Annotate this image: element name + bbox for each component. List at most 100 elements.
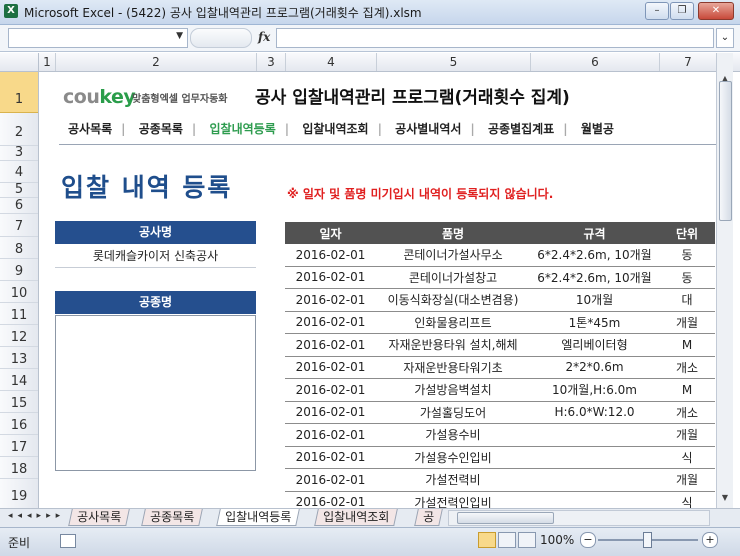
row-header[interactable]: 17 [0,435,38,457]
table-row[interactable]: 2016-02-01 자재운반용타워 설치,해체 엘리베이터형 M [285,333,715,357]
table-row[interactable]: 2016-02-01 가설홀딩도어 H:6.0*W:12.0 개소 [285,401,715,424]
table-row[interactable]: 2016-02-01 가설전력비 개월 [285,468,715,492]
cell-spec[interactable]: 10개월 [530,288,659,312]
cell-unit[interactable]: 동 [659,244,715,267]
trade-listbox[interactable] [55,315,256,471]
select-all-corner[interactable] [0,53,39,71]
column-header[interactable]: 1 [39,53,56,71]
row-header[interactable]: 1 [0,72,38,113]
table-row[interactable]: 2016-02-01 가설용수비 개월 [285,423,715,447]
nav-item-trade-summary[interactable]: 공종별집계표 [479,120,563,137]
table-row[interactable]: 2016-02-01 이동식화장실(대소변겸용) 10개월 대 [285,288,715,312]
cell-unit[interactable]: 대 [659,288,715,312]
cell-unit[interactable]: 동 [659,266,715,289]
cell-spec[interactable]: 2*2*0.6m [530,356,659,379]
row-header[interactable]: 3 [0,146,38,161]
vertical-scrollbar[interactable]: ▲ ▼ [716,53,733,508]
cell-date[interactable]: 2016-02-01 [285,378,376,402]
row-header[interactable]: 10 [0,281,38,303]
name-box[interactable]: ▼ [8,28,188,48]
row-header[interactable]: 19 [0,479,38,508]
column-header[interactable]: 3 [257,53,286,71]
table-row[interactable]: 2016-02-01 가설용수인입비 식 [285,446,715,469]
row-header[interactable]: 12 [0,325,38,347]
column-header[interactable]: 6 [531,53,660,71]
column-header[interactable]: 4 [286,53,377,71]
cell-spec[interactable] [530,446,659,469]
tab-more[interactable]: 공 [414,509,443,526]
cell-date[interactable]: 2016-02-01 [285,311,376,334]
cell-date[interactable]: 2016-02-01 [285,244,376,267]
cell-item[interactable]: 가설전력인입비 [376,491,530,508]
cell-spec[interactable] [530,491,659,508]
cell-item[interactable]: 자재운반용타워기초 [376,356,530,379]
nav-item-monthly[interactable]: 월별공 [572,120,623,137]
cell-item[interactable]: 콘테이너가설창고 [376,266,530,289]
cell-item[interactable]: 가설홀딩도어 [376,401,530,424]
cell-item[interactable]: 이동식화장실(대소변겸용) [376,288,530,312]
minimize-button[interactable]: – [645,2,669,20]
cell-date[interactable]: 2016-02-01 [285,423,376,447]
table-row[interactable]: 2016-02-01 콘테이너가설창고 6*2.4*2.6m, 10개월 동 [285,266,715,289]
row-header[interactable]: 14 [0,369,38,391]
cell-unit[interactable]: 개월 [659,423,715,447]
row-header[interactable]: 9 [0,259,38,281]
cell-spec[interactable]: 10개월,H:6.0m [530,378,659,402]
cell-unit[interactable]: M [659,333,715,357]
restore-button[interactable]: ❐ [670,2,694,20]
formula-input[interactable] [276,28,714,48]
function-icon[interactable]: fx [258,30,270,44]
horizontal-scrollbar[interactable] [448,510,710,526]
cell-spec[interactable] [530,423,659,447]
row-header[interactable]: 18 [0,457,38,479]
nav-item-projects[interactable]: 공사목록 [59,120,121,137]
table-row[interactable]: 2016-02-01 가설전력인입비 식 [285,491,715,508]
row-header[interactable]: 13 [0,347,38,369]
cell-item[interactable]: 가설전력비 [376,468,530,492]
cell-unit[interactable]: 식 [659,491,715,508]
expand-formula-icon[interactable]: ⌄ [716,28,734,48]
zoom-level[interactable]: 100% [540,533,574,547]
zoom-in-icon[interactable]: + [702,532,718,548]
cell-item[interactable]: 콘테이너가설사무소 [376,244,530,267]
table-row[interactable]: 2016-02-01 콘테이너가설사무소 6*2.4*2.6m, 10개월 동 [285,244,715,267]
cell-unit[interactable]: 개월 [659,311,715,334]
nav-item-trades[interactable]: 공종목록 [130,120,192,137]
cell-spec[interactable]: 1톤*45m [530,311,659,334]
scroll-thumb[interactable] [719,81,732,221]
row-header[interactable]: 4 [0,161,38,183]
cell-unit[interactable]: 개소 [659,401,715,424]
page-layout-icon[interactable] [498,532,516,548]
cell-date[interactable]: 2016-02-01 [285,446,376,469]
nav-item-project-statement[interactable]: 공사별내역서 [386,120,470,137]
cell-spec[interactable]: 엘리베이터형 [530,333,659,357]
row-header[interactable]: 2 [0,113,38,146]
zoom-slider-knob[interactable] [643,532,652,548]
table-row[interactable]: 2016-02-01 인화물용리프트 1톤*45m 개월 [285,311,715,334]
formula-buttons[interactable] [190,28,252,48]
table-row[interactable]: 2016-02-01 자재운반용타워기초 2*2*0.6m 개소 [285,356,715,379]
cell-spec[interactable]: 6*2.4*2.6m, 10개월 [530,244,659,267]
scroll-down-icon[interactable]: ▼ [717,490,733,506]
cell-unit[interactable]: M [659,378,715,402]
tab-trades[interactable]: 공종목록 [141,509,203,526]
cell-item[interactable]: 자재운반용타워 설치,해체 [376,333,530,357]
row-header[interactable]: 15 [0,391,38,413]
nav-item-bid-search[interactable]: 입찰내역조회 [293,120,377,137]
cell-item[interactable]: 가설용수인입비 [376,446,530,469]
cell-date[interactable]: 2016-02-01 [285,491,376,508]
cell-spec[interactable] [530,468,659,492]
table-row[interactable]: 2016-02-01 가설방음벽설치 10개월,H:6.0m M [285,378,715,402]
cell-item[interactable]: 가설용수비 [376,423,530,447]
chevron-down-icon[interactable]: ▼ [176,31,183,41]
tab-navigation-icons[interactable]: ◂◂◂▸▸▸ [8,511,65,521]
tab-bid-search[interactable]: 입찰내역조회 [314,509,399,526]
macro-record-icon[interactable] [60,534,76,548]
row-header[interactable]: 7 [0,214,38,237]
project-value[interactable]: 롯데캐슬카이저 신축공사 [55,245,256,268]
zoom-out-icon[interactable]: − [580,532,596,548]
row-header[interactable]: 8 [0,237,38,259]
cell-date[interactable]: 2016-02-01 [285,401,376,424]
cell-date[interactable]: 2016-02-01 [285,356,376,379]
nav-item-bid-entry[interactable]: 입찰내역등록 [201,120,285,137]
